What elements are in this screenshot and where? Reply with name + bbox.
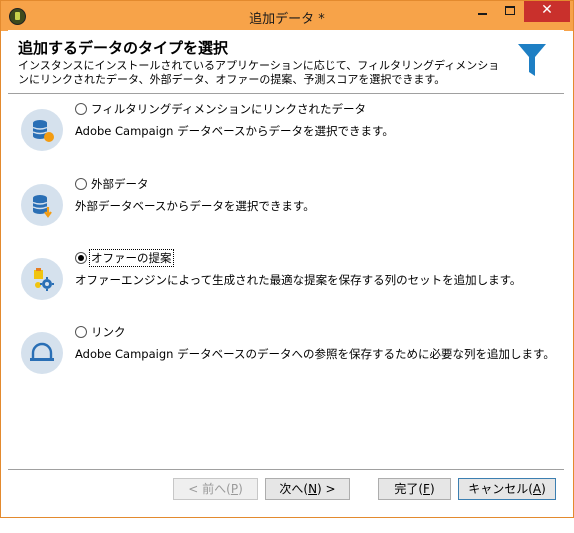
next-button[interactable]: 次へ(N) > [265, 478, 350, 500]
header-divider [8, 93, 564, 94]
option-description: Adobe Campaign データベースのデータへの参照を保存するために必要な… [75, 347, 555, 361]
radio-external-data[interactable] [75, 178, 87, 190]
close-button[interactable]: ✕ [524, 1, 570, 22]
radio-link[interactable] [75, 326, 87, 338]
title-bar[interactable]: 追加データ * ✕ [1, 1, 573, 31]
radio-offer-proposition[interactable] [75, 252, 87, 264]
option-description: Adobe Campaign データベースからデータを選択できます。 [75, 124, 394, 138]
option-label: フィルタリングディメンションにリンクされたデータ [91, 102, 366, 116]
option-label: オファーの提案 [89, 249, 174, 267]
option-description: オファーエンジンによって生成された最適な提案を保存する列のセットを追加します。 [75, 273, 522, 287]
minimize-button[interactable] [468, 1, 496, 22]
option-label: 外部データ [91, 177, 149, 191]
option-offer-proposition[interactable]: オファーの提案 オファーエンジンによって生成された最適な提案を保存する列のセット… [8, 249, 564, 308]
option-linked-data[interactable]: フィルタリングディメンションにリンクされたデータ Adobe Campaign … [8, 101, 564, 159]
offer-gear-icon [21, 258, 63, 300]
option-description: 外部データベースからデータを選択できます。 [75, 199, 315, 213]
page-title: 追加するデータのタイプを選択 [18, 39, 229, 57]
finish-button[interactable]: 完了(F) [378, 478, 451, 500]
footer-divider [8, 469, 564, 470]
database-orange-dot-icon [21, 109, 63, 151]
option-label: リンク [91, 325, 126, 339]
back-button[interactable]: < 前へ(P) [173, 478, 258, 500]
wizard-header: 追加するデータのタイプを選択 インスタンスにインストールされているアプリケーショ… [8, 30, 564, 93]
page-description: インスタンスにインストールされているアプリケーションに応じて、フィルタリングディ… [18, 59, 500, 86]
cancel-button[interactable]: キャンセル(A) [458, 478, 556, 500]
maximize-button[interactable] [496, 1, 524, 22]
funnel-icon [518, 44, 546, 76]
database-download-icon [21, 184, 63, 226]
close-icon: ✕ [541, 2, 553, 18]
option-link[interactable]: リンク Adobe Campaign データベースのデータへの参照を保存するため… [8, 324, 564, 382]
link-arch-icon [21, 332, 63, 374]
radio-linked-data[interactable] [75, 103, 87, 115]
option-external-data[interactable]: 外部データ 外部データベースからデータを選択できます。 [8, 176, 564, 234]
